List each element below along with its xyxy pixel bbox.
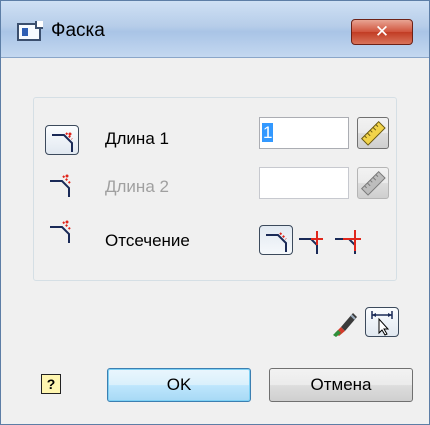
length1-value: 1 — [262, 123, 274, 142]
cancel-button[interactable]: Отмена — [269, 368, 413, 402]
length2-measure-button[interactable] — [357, 167, 389, 199]
select-dimensions-button[interactable] — [365, 307, 399, 337]
ruler-icon — [360, 120, 386, 146]
length1-mode-button[interactable] — [45, 125, 79, 155]
window-title: Фаска — [51, 20, 105, 41]
help-icon[interactable]: ? — [41, 374, 61, 394]
chamfer-icon — [50, 220, 71, 243]
length2-input[interactable] — [259, 167, 349, 199]
close-button[interactable]: ✕ — [351, 19, 413, 45]
close-icon: ✕ — [374, 22, 390, 41]
trim-first-icon[interactable] — [297, 225, 327, 255]
ok-button[interactable]: OK — [107, 368, 251, 402]
window-icon — [17, 21, 43, 41]
trim-both-icon — [266, 232, 287, 252]
trim-none-icon[interactable] — [333, 225, 363, 255]
chamfer-icon — [50, 174, 71, 197]
brush-icon[interactable] — [331, 309, 359, 337]
length1-input[interactable]: 1 — [259, 117, 349, 149]
length1-measure-button[interactable] — [357, 117, 389, 149]
dialog-window: Фаска ✕ Длина 1 1 Длина 2 Отсечение ? OK… — [0, 0, 430, 425]
length1-label: Длина 1 — [105, 129, 169, 148]
trim-both-button[interactable] — [259, 225, 293, 255]
select-dimensions-icon — [371, 311, 393, 336]
title-bar[interactable]: Фаска ✕ — [1, 1, 429, 58]
chamfer-icon — [52, 132, 73, 152]
ruler-icon — [360, 170, 386, 196]
length2-label: Длина 2 — [105, 177, 169, 196]
trim-label: Отсечение — [105, 231, 190, 250]
